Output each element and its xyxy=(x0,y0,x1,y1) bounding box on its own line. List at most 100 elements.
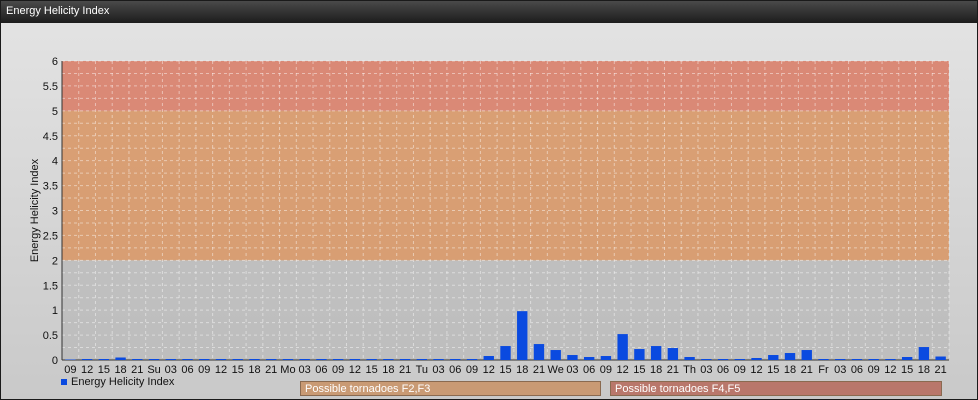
bar xyxy=(399,359,411,360)
bar xyxy=(517,311,528,360)
annotation-label: Possible tornadoes F2,F3 xyxy=(305,383,431,395)
bar xyxy=(885,359,896,360)
x-tick-label: 06 xyxy=(717,364,729,376)
bar xyxy=(583,357,595,360)
bar xyxy=(232,359,243,360)
x-tick-label: 09 xyxy=(64,364,76,376)
bar xyxy=(868,359,879,360)
bar xyxy=(835,359,846,360)
x-tick-label: 12 xyxy=(617,364,629,376)
y-tick-label: 1 xyxy=(52,305,58,317)
bar xyxy=(717,359,729,360)
x-tick-label: 09 xyxy=(600,364,612,376)
bar xyxy=(801,350,812,360)
x-tick-label: 09 xyxy=(466,364,478,376)
bar xyxy=(132,359,143,360)
bar xyxy=(550,350,561,360)
bar xyxy=(851,359,863,360)
bar xyxy=(165,359,176,360)
bar xyxy=(483,356,494,360)
y-tick-label: 2.5 xyxy=(43,230,58,242)
x-tick-label: 06 xyxy=(851,364,863,376)
y-axis-label: Energy Helicity Index xyxy=(29,158,41,262)
x-tick-label: 15 xyxy=(98,364,110,376)
bar xyxy=(818,359,829,360)
x-tick-label: Su xyxy=(147,364,160,376)
bar xyxy=(901,357,913,360)
x-tick-label: 21 xyxy=(399,364,411,376)
x-tick-label: 18 xyxy=(784,364,796,376)
x-tick-label: 18 xyxy=(248,364,260,376)
y-tick-label: 2 xyxy=(52,255,58,267)
x-tick-label: 06 xyxy=(315,364,327,376)
x-tick-label: 12 xyxy=(750,364,762,376)
bar xyxy=(650,346,662,360)
x-tick-label: 03 xyxy=(432,364,444,376)
bar xyxy=(433,359,444,360)
x-tick-label: 03 xyxy=(165,364,177,376)
x-tick-label: 09 xyxy=(734,364,746,376)
bar xyxy=(282,359,294,360)
x-tick-label: We xyxy=(548,364,564,376)
x-tick-label: 12 xyxy=(483,364,495,376)
annotation-label: Possible tornadoes F4,F5 xyxy=(615,383,741,395)
x-tick-label: 09 xyxy=(198,364,210,376)
bar xyxy=(667,348,679,360)
bar xyxy=(81,359,93,360)
bar xyxy=(182,359,193,360)
annotation-f4-f5: Possible tornadoes F4,F5 xyxy=(610,381,942,396)
y-tick-label: 5 xyxy=(52,106,58,118)
x-tick-label: 03 xyxy=(299,364,311,376)
x-tick-label: 15 xyxy=(901,364,913,376)
x-tick-label: 15 xyxy=(232,364,244,376)
bar xyxy=(249,359,260,360)
y-tick-label: 1.5 xyxy=(43,280,58,292)
x-tick-label: 12 xyxy=(884,364,896,376)
bar xyxy=(148,359,160,360)
x-tick-label: 12 xyxy=(215,364,227,376)
x-tick-label: Th xyxy=(683,364,696,376)
bar xyxy=(533,344,545,360)
bar xyxy=(751,358,762,360)
x-tick-label: 21 xyxy=(801,364,813,376)
x-tick-label: Fr xyxy=(818,364,829,376)
x-tick-label: 03 xyxy=(700,364,712,376)
x-tick-label: 21 xyxy=(533,364,545,376)
legend-swatch xyxy=(61,379,67,386)
bar xyxy=(316,359,327,360)
bar xyxy=(416,359,428,360)
y-tick-label: 3.5 xyxy=(43,181,58,193)
bar xyxy=(383,359,394,360)
x-tick-label: 03 xyxy=(834,364,846,376)
x-tick-label: 15 xyxy=(365,364,377,376)
chart-panel: Energy Helicity Index 0 0.5 1 1.5 2 2.5 3 3.5 4 4… xyxy=(0,0,978,400)
x-tick-label: 21 xyxy=(265,364,277,376)
bar xyxy=(935,356,946,360)
bar xyxy=(684,357,695,360)
x-tick-label: 21 xyxy=(667,364,679,376)
x-tick-label: 18 xyxy=(650,364,662,376)
bar xyxy=(266,359,277,360)
x-tick-label: 15 xyxy=(633,364,645,376)
y-tick-label: 4.5 xyxy=(43,131,58,143)
x-tick-label: 06 xyxy=(583,364,595,376)
bar xyxy=(634,349,645,360)
y-tick-label: 6 xyxy=(52,56,58,68)
x-tick-label: 06 xyxy=(449,364,461,376)
x-tick-label: 15 xyxy=(767,364,779,376)
x-tick-label: 12 xyxy=(81,364,93,376)
bar xyxy=(701,359,712,360)
legend-label: Energy Helicity Index xyxy=(71,376,175,388)
bar xyxy=(617,334,628,360)
x-tick-label: 09 xyxy=(332,364,344,376)
bar xyxy=(500,346,511,360)
bar xyxy=(98,359,110,360)
y-tick-label: 0.5 xyxy=(43,330,58,342)
bar xyxy=(332,359,344,360)
annotation-f2-f3: Possible tornadoes F2,F3 xyxy=(300,381,601,396)
bar xyxy=(299,359,310,360)
x-tick-label: 18 xyxy=(918,364,930,376)
x-tick-label: 12 xyxy=(349,364,361,376)
bar xyxy=(366,359,377,360)
x-tick-label: Tu xyxy=(416,364,428,376)
